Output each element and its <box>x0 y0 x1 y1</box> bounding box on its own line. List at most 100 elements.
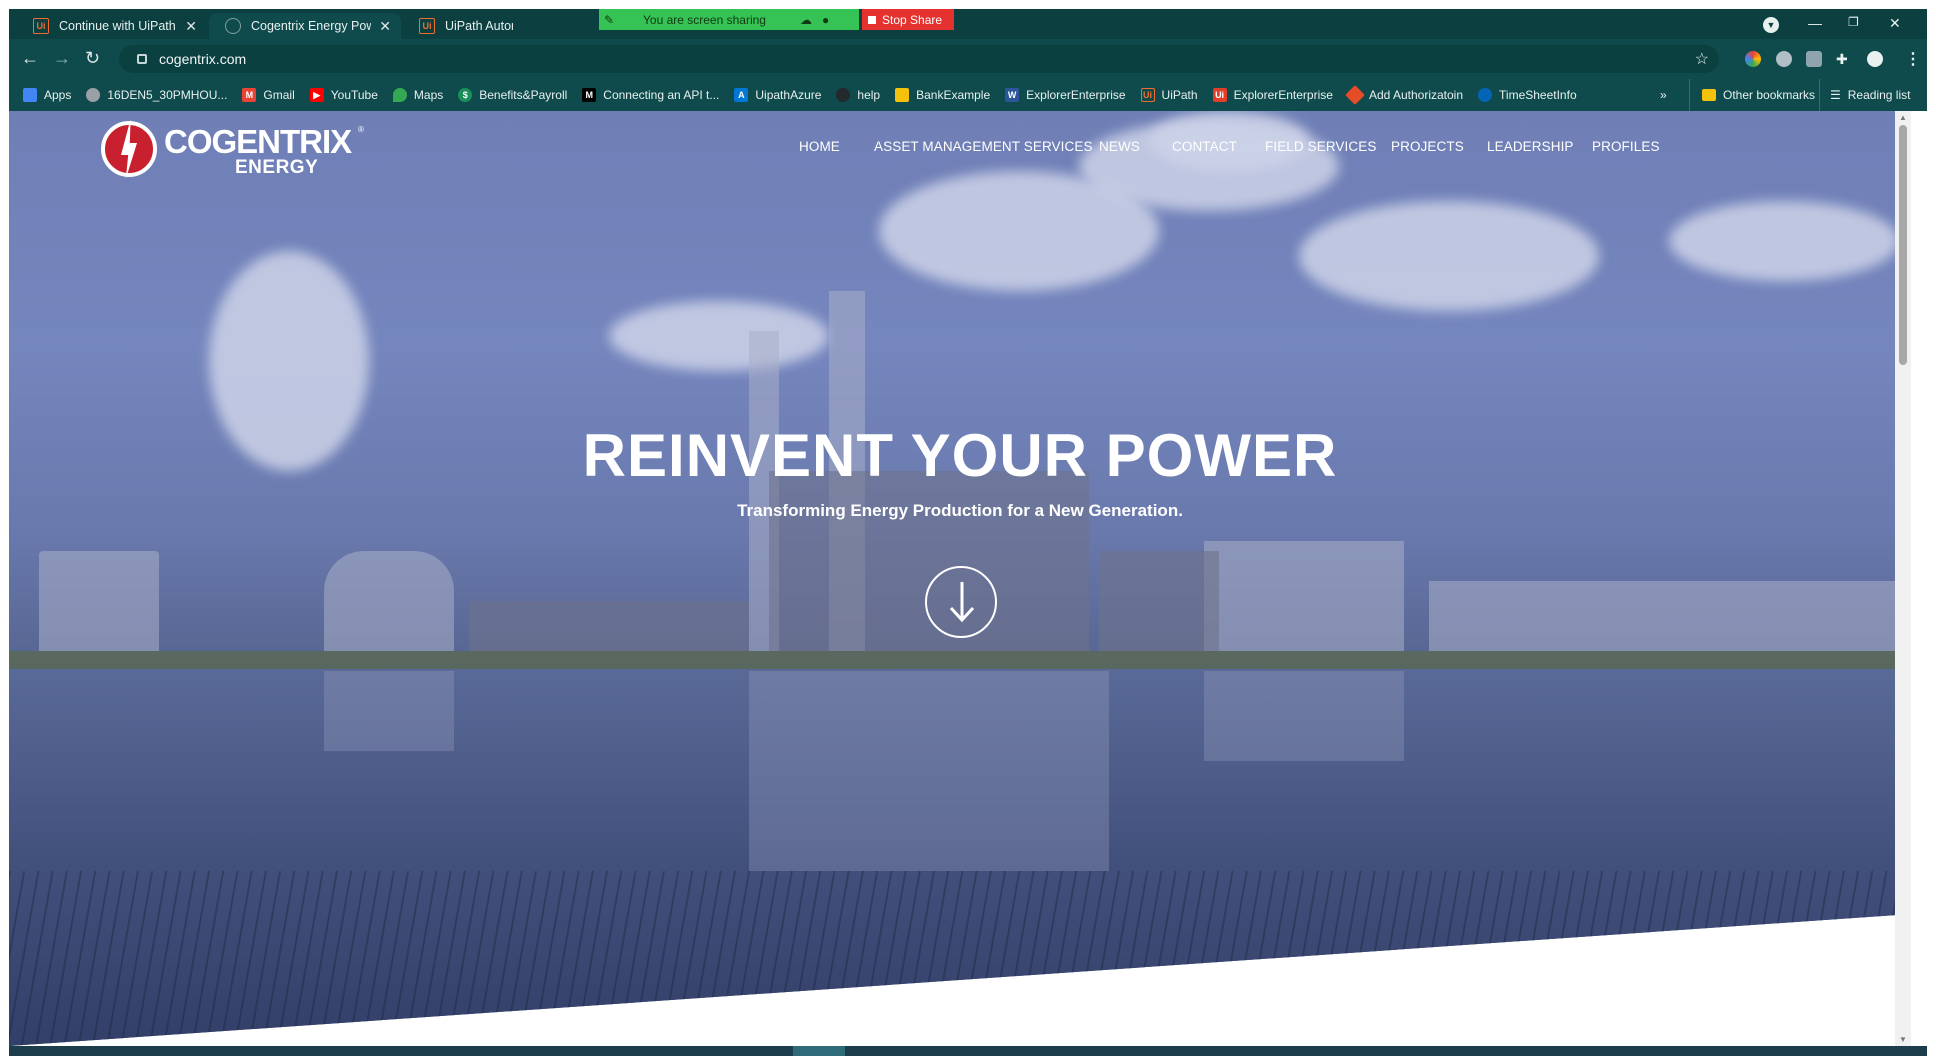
scrollbar-thumb[interactable] <box>1899 125 1907 365</box>
bank-icon <box>895 88 910 102</box>
tab-cogentrix[interactable]: Cogentrix Energy Power Manage ✕ <box>209 13 401 39</box>
extension-icon[interactable] <box>1806 51 1822 67</box>
close-window-icon[interactable]: ✕ <box>1889 15 1901 32</box>
bookmark-explorer-enterprise-2[interactable]: Ui ExplorerEnterprise <box>1212 88 1333 102</box>
bookmark-apps[interactable]: Apps <box>23 88 71 102</box>
nav-profiles[interactable]: PROFILES <box>1592 139 1660 154</box>
close-tab-icon[interactable]: ✕ <box>379 18 391 35</box>
os-taskbar <box>9 1046 1927 1056</box>
hero-section: COGENTRIX ENERGY ® HOME ASSET MANAGEMENT… <box>9 111 1911 1046</box>
bookmark-youtube[interactable]: ▶ YouTube <box>309 88 378 102</box>
scroll-down-icon[interactable]: ▼ <box>1899 1035 1907 1044</box>
plant-building <box>1204 541 1404 651</box>
minimize-icon[interactable]: — <box>1808 15 1822 31</box>
restore-icon[interactable]: ❐ <box>1848 15 1859 29</box>
apps-grid-icon <box>23 88 37 102</box>
plant-building <box>1429 581 1899 651</box>
gmail-icon: M <box>242 88 257 102</box>
registered-mark: ® <box>358 125 364 134</box>
arrow-down-icon <box>949 582 975 623</box>
tab-search-icon[interactable]: ▼ <box>1763 17 1779 33</box>
cloud-decoration <box>1299 201 1599 311</box>
scroll-up-icon[interactable]: ▲ <box>1899 113 1907 122</box>
folder-icon <box>1702 89 1716 101</box>
nav-field-services[interactable]: FIELD SERVICES <box>1265 139 1376 154</box>
puzzle-icon[interactable]: ✚ <box>1836 51 1852 67</box>
medium-icon: M <box>582 88 597 102</box>
close-tab-icon[interactable]: ✕ <box>185 18 197 35</box>
screen-sharing-banner: ✎ You are screen sharing ☁● <box>599 9 859 30</box>
more-menu-icon[interactable]: ⋮ <box>1905 49 1921 69</box>
bookmark-uipath[interactable]: Ui UiPath <box>1140 88 1198 102</box>
plant-building <box>1099 551 1219 651</box>
more-bookmarks-button[interactable]: » <box>1660 79 1667 111</box>
bookmark-maps[interactable]: Maps <box>392 88 443 102</box>
bookmark-uipath-azure[interactable]: A UipathAzure <box>734 88 821 102</box>
logo-subword: ENERGY <box>235 157 319 178</box>
plant-reflection <box>1204 671 1404 761</box>
storage-tank <box>39 551 159 651</box>
onedrive-icon <box>1478 88 1493 102</box>
chrome-icon <box>86 88 101 102</box>
payroll-icon: $ <box>458 88 473 102</box>
plant-reflection <box>749 671 1109 871</box>
uipath-icon: Ui <box>1212 88 1227 102</box>
plant-reflection <box>324 671 454 751</box>
lock-icon <box>137 54 147 64</box>
uipath-icon: Ui <box>419 18 435 34</box>
azure-icon: A <box>734 88 749 102</box>
github-icon <box>836 88 851 102</box>
hero-headline: REINVENT YOUR POWER <box>582 422 1338 489</box>
uipath-icon: Ui <box>33 18 49 34</box>
bookmark-explorer-enterprise[interactable]: W ExplorerEnterprise <box>1005 88 1126 102</box>
youtube-icon: ▶ <box>309 88 324 102</box>
nav-asset-management-services[interactable]: ASSET MANAGEMENT SERVICES <box>874 139 1093 154</box>
nav-home[interactable]: HOME <box>799 139 840 154</box>
address-bar[interactable]: cogentrix.com ☆ <box>119 45 1719 73</box>
maps-pin-icon <box>392 88 407 102</box>
color-extension-icon[interactable] <box>1745 51 1761 67</box>
tab-strip: Ui Continue with UiPath ✕ Cogentrix Ener… <box>9 9 1927 39</box>
page-scrollbar[interactable]: ▲ ▼ <box>1895 111 1911 1046</box>
tab-uipath-automation[interactable]: Ui UiPath Autor <box>403 13 523 39</box>
nav-news[interactable]: NEWS <box>1099 139 1140 154</box>
uipath-icon: Ui <box>1140 88 1155 102</box>
reading-list-button[interactable]: ☰ Reading list <box>1819 79 1910 111</box>
word-icon: W <box>1005 88 1020 102</box>
site-navigation: HOME ASSET MANAGEMENT SERVICES NEWS CONT… <box>9 139 1911 159</box>
nav-leadership[interactable]: LEADERSHIP <box>1487 139 1574 154</box>
forward-icon[interactable]: → <box>53 48 71 68</box>
ground-strip <box>9 651 1911 669</box>
web-page: COGENTRIX ENERGY ® HOME ASSET MANAGEMENT… <box>9 111 1911 1046</box>
bookmark-gmail[interactable]: M Gmail <box>242 88 295 102</box>
stop-share-button[interactable]: Stop Share <box>862 9 954 30</box>
cloud-decoration <box>609 301 829 371</box>
nav-contact[interactable]: CONTACT <box>1172 139 1237 154</box>
bookmark-star-icon[interactable]: ☆ <box>1695 49 1709 69</box>
reload-icon[interactable]: ↻ <box>85 48 100 68</box>
nav-projects[interactable]: PROJECTS <box>1391 139 1464 154</box>
bookmark-bank-example[interactable]: BankExample <box>895 88 990 102</box>
bookmark-connecting-api[interactable]: M Connecting an API t... <box>582 88 719 102</box>
hero-subheadline: Transforming Energy Production for a New… <box>737 501 1183 520</box>
pen-icon: ✎ <box>603 12 615 27</box>
other-bookmarks-folder[interactable]: Other bookmarks <box>1689 79 1815 111</box>
reading-list-icon: ☰ <box>1830 88 1841 102</box>
bookmark-help[interactable]: help <box>836 88 880 102</box>
navigation-bar: ← → ↻ cogentrix.com ☆ ✚ ⋮ <box>9 39 1927 79</box>
reeds-foreground <box>9 871 1911 1046</box>
browser-chrome: Ui Continue with UiPath ✕ Cogentrix Ener… <box>9 9 1927 111</box>
scroll-down-button[interactable] <box>925 566 997 638</box>
profile-avatar-icon[interactable] <box>1867 51 1883 67</box>
bookmark-benefits-payroll[interactable]: $ Benefits&Payroll <box>458 88 567 102</box>
share-status-icons: ☁● <box>799 12 840 27</box>
back-icon[interactable]: ← <box>21 48 39 68</box>
taskbar-active-app[interactable] <box>793 1046 845 1056</box>
extension-icon[interactable] <box>1776 51 1792 67</box>
bookmark-timesheet-info[interactable]: TimeSheetInfo <box>1478 88 1577 102</box>
url-text: cogentrix.com <box>159 51 247 67</box>
bookmark-add-authorization[interactable]: Add Authorizatoin <box>1345 85 1463 105</box>
tree-line <box>469 601 749 651</box>
tab-continue-with-uipath[interactable]: Ui Continue with UiPath ✕ <box>17 13 207 39</box>
bookmark-16den5[interactable]: 16DEN5_30PMHOU... <box>86 88 227 102</box>
